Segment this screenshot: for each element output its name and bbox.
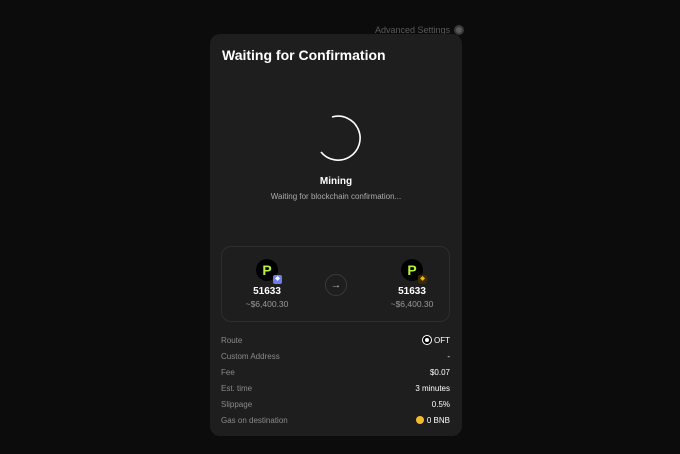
- confirmation-modal: Waiting for Confirmation Mining Waiting …: [210, 34, 462, 436]
- detail-value: -: [447, 351, 450, 361]
- arrow-right-icon: →: [325, 274, 347, 296]
- details-list: Route OFT Custom Address - Fee $0.07 Est. t…: [221, 332, 450, 428]
- to-token: P ◆ 51633 ~$6,400.30: [372, 259, 452, 309]
- detail-value: 3 minutes: [415, 383, 450, 393]
- token-logo: P ◆: [256, 259, 282, 284]
- detail-row-custom-address: Custom Address -: [221, 348, 450, 364]
- to-amount: 51633: [398, 286, 426, 297]
- swap-summary: P ◆ 51633 ~$6,400.30 → P ◆ 51633 ~$6,400.3…: [221, 246, 450, 322]
- detail-value: OFT: [434, 335, 450, 345]
- detail-row-slippage: Slippage 0.5%: [221, 396, 450, 412]
- loading-spinner-icon: [320, 115, 361, 161]
- detail-value: 0 BNB: [426, 415, 450, 425]
- detail-label: Slippage: [221, 399, 253, 409]
- detail-value: $0.07: [429, 367, 450, 377]
- detail-value: 0.5%: [431, 399, 450, 409]
- detail-row-est-time: Est. time 3 minutes: [221, 380, 450, 396]
- token-logo: P ◆: [401, 259, 427, 284]
- detail-label: Fee: [221, 367, 235, 377]
- route-icon: [422, 335, 432, 345]
- detail-row-route: Route OFT: [221, 332, 450, 348]
- bnb-chain-icon: ◆: [418, 275, 427, 284]
- detail-label: Route: [221, 335, 243, 345]
- status-label: Mining: [319, 176, 353, 187]
- modal-title: Waiting for Confirmation: [222, 47, 386, 63]
- status-description: Waiting for blockchain confirmation...: [270, 192, 402, 201]
- from-usd: ~$6,400.30: [245, 299, 289, 309]
- detail-label: Est. time: [221, 383, 253, 393]
- gear-icon: [454, 25, 465, 35]
- detail-label: Custom Address: [221, 351, 280, 361]
- from-amount: 51633: [253, 286, 281, 297]
- to-usd: ~$6,400.30: [390, 299, 434, 309]
- detail-row-gas: Gas on destination 0 BNB: [221, 412, 450, 428]
- ethereum-chain-icon: ◆: [273, 275, 282, 284]
- detail-row-fee: Fee $0.07: [221, 364, 450, 380]
- detail-label: Gas on destination: [221, 415, 288, 425]
- bnb-coin-icon: [415, 416, 424, 424]
- from-token: P ◆ 51633 ~$6,400.30: [227, 259, 307, 309]
